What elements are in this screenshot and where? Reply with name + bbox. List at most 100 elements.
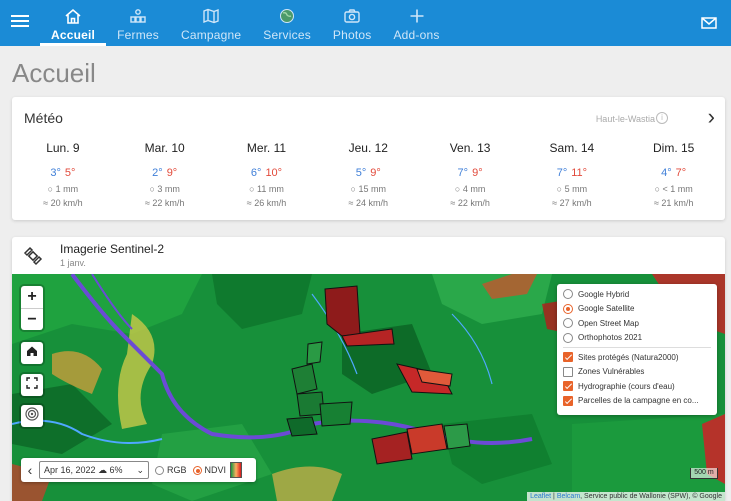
forecast-day: Dim. 15 4° 7° ○ < 1 mm ≈ 21 km/h xyxy=(623,141,725,209)
forecast-days: Lun. 9 3° 5° ○ 1 mm ≈ 20 km/h Mar. 10 2° 9… xyxy=(12,141,725,209)
rain-amount: 15 mm xyxy=(358,184,387,194)
chevron-left-icon[interactable]: ‹ xyxy=(21,462,39,478)
forecast-day: Jeu. 12 5° 9° ○ 15 mm ≈ 24 km/h xyxy=(317,141,419,209)
checkbox[interactable] xyxy=(563,366,573,377)
chevron-down-icon: ⌄ xyxy=(136,464,144,475)
radio-button[interactable] xyxy=(155,465,164,475)
temp-min: 7° xyxy=(457,167,469,179)
page-title: Accueil xyxy=(12,58,96,88)
rain-amount: 3 mm xyxy=(157,184,180,194)
chevron-right-icon[interactable]: › xyxy=(708,106,715,128)
raindrop-icon: ○ xyxy=(249,184,255,194)
mode-rgb-option[interactable]: RGB xyxy=(155,465,187,475)
wind-speed: 26 km/h xyxy=(254,198,287,208)
globe-icon xyxy=(278,7,296,25)
checkbox-checked[interactable] xyxy=(563,381,573,392)
image-date-select[interactable]: Apr 16, 2022 ☁ 6% ⌄ xyxy=(39,461,149,479)
info-icon[interactable]: i xyxy=(656,112,668,124)
belcam-link[interactable]: Belcam xyxy=(557,493,580,500)
leaflet-link[interactable]: Leaflet xyxy=(530,493,551,500)
home-view-button[interactable] xyxy=(21,342,43,364)
forecast-day: Mar. 10 2° 9° ○ 3 mm ≈ 22 km/h xyxy=(114,141,216,209)
temp-max: 5° xyxy=(64,167,76,179)
layer-google-satellite[interactable]: Google Satellite xyxy=(563,302,711,317)
radio-button[interactable] xyxy=(563,318,573,329)
sentinel-title: Imagerie Sentinel-2 xyxy=(60,242,165,256)
camera-icon xyxy=(343,7,361,25)
overlay-hydrographie[interactable]: Hydrographie (cours d'eau) xyxy=(563,379,711,394)
day-name: Mar. 10 xyxy=(144,141,185,155)
temp-max: 9° xyxy=(166,167,178,179)
home-icon xyxy=(26,344,38,362)
zoom-in-button[interactable]: + xyxy=(21,286,43,308)
nav-item-add-ons[interactable]: Add-ons xyxy=(382,0,450,46)
meteo-location: Haut-le-Wastia xyxy=(595,114,655,124)
sentinel-card: Imagerie Sentinel-2 1 janv. + − Google H… xyxy=(12,237,725,501)
meteo-card: Météo Haut-le-Wastia i › Lun. 9 3° 5° ○ 1… xyxy=(12,97,725,220)
forecast-day: Mer. 11 6° 10° ○ 11 mm ≈ 26 km/h xyxy=(216,141,318,209)
wind-icon: ≈ xyxy=(43,198,49,208)
rain-amount: 5 mm xyxy=(564,184,588,194)
day-name: Sam. 14 xyxy=(549,141,595,155)
nav-item-photos[interactable]: Photos xyxy=(322,0,383,46)
map-attribution: Leaflet | Belcam, Service public de Wall… xyxy=(527,492,725,501)
mail-icon[interactable] xyxy=(701,16,717,34)
overlay-parcelles[interactable]: Parcelles de la campagne en co... xyxy=(563,394,711,409)
raindrop-icon: ○ xyxy=(350,184,356,194)
rain-amount: < 1 mm xyxy=(662,184,693,194)
rain-amount: 1 mm xyxy=(55,184,79,194)
raindrop-icon: ○ xyxy=(47,184,54,194)
wind-speed: 24 km/h xyxy=(356,198,389,208)
target-icon xyxy=(25,406,39,426)
overlay-natura2000[interactable]: Sites protégés (Natura2000) xyxy=(563,350,711,365)
nav-item-accueil[interactable]: Accueil xyxy=(40,0,107,46)
wind-icon: ≈ xyxy=(246,198,252,208)
radio-button[interactable] xyxy=(563,289,573,300)
home-icon xyxy=(64,7,82,25)
wind-speed: 21 km/h xyxy=(661,198,694,208)
ndvi-map[interactable]: + − Google Hybrid Google Satellite Open … xyxy=(12,274,725,501)
forecast-day: Sam. 14 7° 11° ○ 5 mm ≈ 27 km/h xyxy=(521,141,623,209)
layer-open-street-map[interactable]: Open Street Map xyxy=(563,316,711,331)
radio-button-selected[interactable] xyxy=(192,465,202,475)
map-icon xyxy=(202,7,220,25)
raindrop-icon: ○ xyxy=(149,184,155,194)
checkbox-checked[interactable] xyxy=(563,395,573,406)
wind-speed: 27 km/h xyxy=(559,198,592,208)
satellite-icon xyxy=(22,245,44,272)
layer-switcher: Google Hybrid Google Satellite Open Stre… xyxy=(557,284,717,415)
layer-orthophotos-2021[interactable]: Orthophotos 2021 xyxy=(563,331,711,346)
overlay-zones-vulnerables[interactable]: Zones Vulnérables xyxy=(563,365,711,380)
sentinel-date: 1 janv. xyxy=(60,258,86,268)
wind-speed: 22 km/h xyxy=(457,198,490,208)
temp-max: 9° xyxy=(472,167,483,179)
zoom-out-button[interactable]: − xyxy=(21,308,43,330)
radio-button[interactable] xyxy=(563,332,573,343)
wind-icon: ≈ xyxy=(552,198,558,208)
nav-item-services[interactable]: Services xyxy=(252,0,322,46)
locate-button[interactable] xyxy=(21,405,43,427)
raindrop-icon: ○ xyxy=(654,184,660,194)
wind-speed: 22 km/h xyxy=(152,198,185,208)
main-nav: Accueil Fermes Campagne Services Photos xyxy=(40,0,451,46)
ndvi-legend-icon[interactable] xyxy=(230,462,243,478)
wind-speed: 20 km/h xyxy=(50,198,83,208)
day-name: Lun. 9 xyxy=(46,141,80,155)
day-name: Ven. 13 xyxy=(449,141,491,155)
rain-amount: 4 mm xyxy=(462,184,486,194)
checkbox-checked[interactable] xyxy=(563,352,573,363)
layer-google-hybrid[interactable]: Google Hybrid xyxy=(563,287,711,302)
radio-button-selected[interactable] xyxy=(563,303,573,314)
fullscreen-icon xyxy=(26,376,38,394)
zoom-control: + − xyxy=(21,286,43,330)
layer-divider xyxy=(563,347,711,348)
nav-item-fermes[interactable]: Fermes xyxy=(106,0,170,46)
hamburger-menu-icon[interactable] xyxy=(10,12,30,32)
fullscreen-button[interactable] xyxy=(21,374,43,396)
temp-min: 2° xyxy=(152,167,163,179)
nav-item-campagne[interactable]: Campagne xyxy=(170,0,252,46)
mode-ndvi-option[interactable]: NDVI xyxy=(192,465,226,475)
temp-min: 3° xyxy=(50,167,61,179)
top-navigation-bar: Accueil Fermes Campagne Services Photos xyxy=(0,0,731,46)
day-name: Jeu. 12 xyxy=(348,141,388,155)
